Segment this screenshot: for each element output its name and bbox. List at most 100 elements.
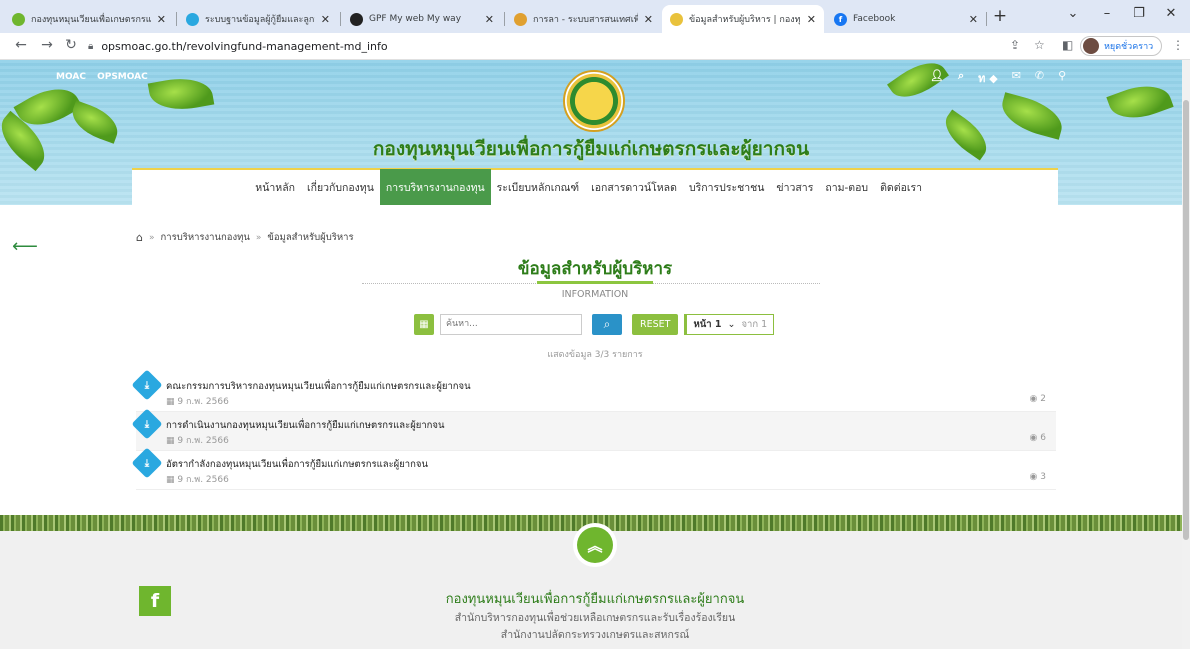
opsmoac-link[interactable]: OPSMOAC <box>97 72 148 82</box>
close-icon[interactable]: ✕ <box>644 13 653 26</box>
site-logo[interactable] <box>563 70 625 132</box>
download-icon[interactable]: ⤓ <box>131 369 163 401</box>
item-views: ◉ 6 <box>1029 433 1046 443</box>
nav-services[interactable]: บริการประชาชน <box>683 170 770 205</box>
language-switch[interactable]: ท ◆ <box>978 69 998 87</box>
item-title[interactable]: อัตรากำลังกองทุนหมุนเวียนเพื่อการกู้ยืมแ… <box>166 457 428 472</box>
footer-title: กองทุนหมุนเวียนเพื่อการกู้ยืมแก่เกษตรกรแ… <box>445 592 745 607</box>
reset-button[interactable]: RESET <box>632 313 679 335</box>
tab-favicon <box>350 12 363 26</box>
side-panel-icon[interactable]: ◧ <box>1062 38 1073 52</box>
nav-regulations[interactable]: ระเบียบหลักเกณฑ์ <box>491 170 585 205</box>
search-input[interactable] <box>440 313 582 335</box>
tab-title: GPF My web My way <box>369 14 462 24</box>
page-select[interactable]: หน้า 1 ⌄ จาก 1 <box>684 313 775 335</box>
url-text: opsmoac.go.th/revolvingfund-management-m… <box>101 40 388 53</box>
phone-icon[interactable]: ✆ <box>1035 69 1044 87</box>
tab-favicon <box>670 12 683 26</box>
browser-tab-active[interactable]: ข้อมูลสำหรับผู้บริหาร | กองทุนห... ✕ <box>662 5 824 33</box>
list-item[interactable]: ⤓ คณะกรรมการบริหารกองทุนหมุนเวียนเพื่อกา… <box>131 369 1056 412</box>
title-underline <box>537 281 653 284</box>
search-icon[interactable]: ⌕ <box>958 69 964 87</box>
close-icon[interactable]: ✕ <box>157 13 166 26</box>
web-page: MOAC OPSMOAC 👤︎ ⌕ ท ◆ ✉ ✆ ⚲ กองทุนหมุนเว… <box>0 60 1190 649</box>
profile-button[interactable]: หยุดชั่วคราว <box>1080 36 1162 56</box>
close-icon[interactable]: ✕ <box>807 13 816 26</box>
tab-title: กองทุนหมุนเวียนเพื่อเกษตรกรแ... <box>31 15 151 25</box>
share-icon[interactable]: ⇪ <box>1010 38 1020 52</box>
footer-line-2: สำนักงานปลัดกระทรวงเกษตรและสหกรณ์ <box>500 629 690 641</box>
nav-downloads[interactable]: เอกสารดาวน์โหลด <box>585 170 683 205</box>
nav-about[interactable]: เกี่ยวกับกองทุน <box>301 170 380 205</box>
bookmark-star-icon[interactable]: ☆ <box>1034 38 1045 52</box>
new-tab-button[interactable]: + <box>989 6 1011 28</box>
nav-home[interactable]: หน้าหลัก <box>249 170 301 205</box>
calendar-icon: ▦ <box>166 397 178 407</box>
download-icon[interactable]: ⤓ <box>131 447 163 479</box>
calendar-icon: ▦ <box>166 436 178 446</box>
breadcrumb-item[interactable]: การบริหารงานกองทุน <box>161 230 250 245</box>
reload-icon[interactable]: ↻ <box>62 37 80 53</box>
item-date: ▦ 9 ก.พ. 2566 <box>166 475 229 485</box>
browser-tab[interactable]: ระบบฐานข้อมูลผู้กู้ยืมและลูกหนี้... ✕ <box>178 5 338 33</box>
browser-tab[interactable]: กองทุนหมุนเวียนเพื่อเกษตรกรแ... ✕ <box>4 5 174 33</box>
nav-contact[interactable]: ติดต่อเรา <box>874 170 928 205</box>
moac-link[interactable]: MOAC <box>56 72 86 82</box>
scrollbar-thumb[interactable] <box>1183 100 1189 540</box>
calendar-icon: ▦ <box>166 475 178 485</box>
tab-title: ข้อมูลสำหรับผู้บริหาร | กองทุนห... <box>689 15 801 25</box>
tab-title: Facebook <box>853 14 896 24</box>
list-item[interactable]: ⤓ การดำเนินงานกองทุนหมุนเวียนเพื่อการกู้… <box>131 408 1056 451</box>
page-select-value: หน้า 1 <box>693 318 722 330</box>
item-title[interactable]: การดำเนินงานกองทุนหมุนเวียนเพื่อการกู้ยื… <box>166 418 444 433</box>
calendar-icon[interactable]: ▦ <box>414 313 434 335</box>
more-menu-icon[interactable]: ⋮ <box>1172 38 1184 52</box>
tab-title: การลา - ระบบสารสนเทศเพื่อการ... <box>533 15 638 25</box>
arrow-left-icon[interactable]: ⟵ <box>12 236 38 257</box>
browser-tab[interactable]: การลา - ระบบสารสนเทศเพื่อการ... ✕ <box>506 5 661 33</box>
scroll-top-button[interactable]: ︽ <box>573 523 617 567</box>
browser-tab[interactable]: f Facebook ✕ <box>826 5 986 33</box>
download-icon[interactable]: ⤓ <box>131 408 163 440</box>
tab-search-icon[interactable]: ⌄ <box>1062 6 1084 21</box>
minimize-icon[interactable]: – <box>1096 6 1118 21</box>
nav-management[interactable]: การบริหารงานกองทุน <box>379 169 491 205</box>
close-icon[interactable]: ✕ <box>321 13 330 26</box>
search-button[interactable]: ⌕ <box>592 313 622 335</box>
user-icon[interactable]: 👤︎ <box>930 69 944 87</box>
mail-icon[interactable]: ✉ <box>1012 69 1021 87</box>
item-date: ▦ 9 ก.พ. 2566 <box>166 397 229 407</box>
nav-news[interactable]: ข่าวสาร <box>770 170 819 205</box>
list-item[interactable]: ⤓ อัตรากำลังกองทุนหมุนเวียนเพื่อการกู้ยื… <box>131 447 1056 490</box>
item-date: ▦ 9 ก.พ. 2566 <box>166 436 229 446</box>
item-title[interactable]: คณะกรรมการบริหารกองทุนหมุนเวียนเพื่อการก… <box>166 379 471 394</box>
nav-faq[interactable]: ถาม-ตอบ <box>819 170 874 205</box>
address-bar[interactable]: 🔒︎ opsmoac.go.th/revolvingfund-managemen… <box>88 36 998 57</box>
tab-favicon: f <box>834 12 847 26</box>
tab-favicon <box>186 12 199 26</box>
location-icon[interactable]: ⚲ <box>1058 69 1066 87</box>
footer-line-1: สำนักบริหารกองทุนเพื่อช่วยเหลือเกษตรกรแล… <box>454 612 736 624</box>
tab-favicon <box>12 12 25 26</box>
lock-icon: 🔒︎ <box>88 41 94 52</box>
avatar <box>1083 38 1099 54</box>
home-icon[interactable]: ⌂ <box>136 231 143 244</box>
chevron-down-icon: ⌄ <box>727 318 736 330</box>
page-subtitle: INFORMATION <box>561 289 629 300</box>
search-icon: ⌕ <box>603 316 611 331</box>
item-views: ◉ 2 <box>1029 394 1046 404</box>
close-window-icon[interactable]: ✕ <box>1160 6 1182 21</box>
browser-tab[interactable]: GPF My web My way ✕ <box>342 5 502 33</box>
forward-icon[interactable]: → <box>38 37 56 53</box>
browser-toolbar: ← → ↻ 🔒︎ opsmoac.go.th/revolvingfund-man… <box>0 33 1190 60</box>
close-icon[interactable]: ✕ <box>485 13 494 26</box>
maximize-icon[interactable]: ❐ <box>1128 6 1150 21</box>
back-icon[interactable]: ← <box>12 37 30 53</box>
close-icon[interactable]: ✕ <box>969 13 978 26</box>
browser-tab-strip: กองทุนหมุนเวียนเพื่อเกษตรกรแ... ✕ ระบบฐา… <box>0 0 1190 33</box>
header-utilities: 👤︎ ⌕ ท ◆ ✉ ✆ ⚲ <box>930 69 1066 87</box>
result-count: แสดงข้อมูล 3/3 รายการ <box>547 350 643 360</box>
breadcrumb-current: ข้อมูลสำหรับผู้บริหาร <box>267 232 354 243</box>
page-scrollbar[interactable] <box>1182 60 1190 649</box>
tab-title: ระบบฐานข้อมูลผู้กู้ยืมและลูกหนี้... <box>205 15 315 25</box>
